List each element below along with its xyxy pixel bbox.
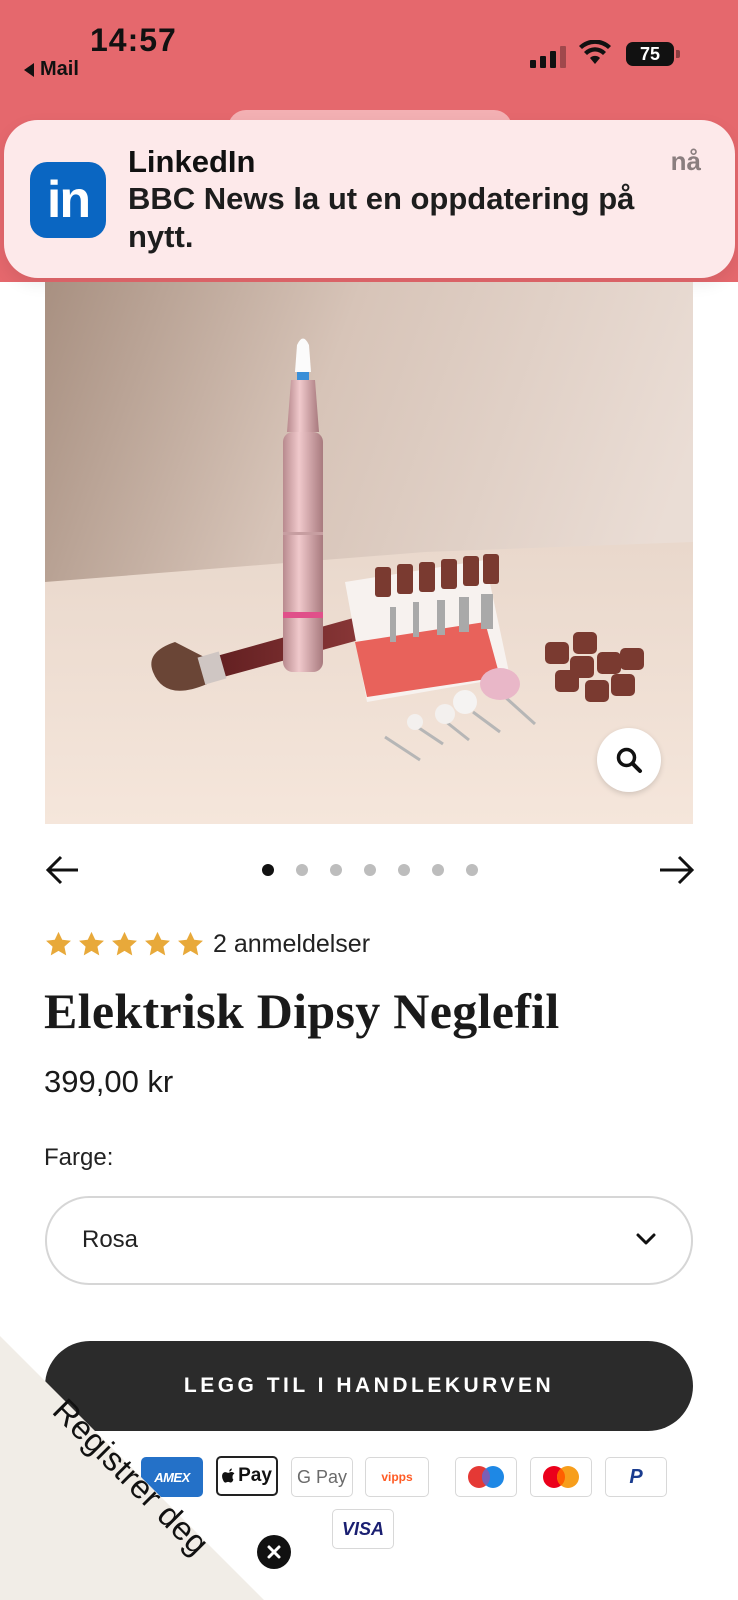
maestro-badge: [455, 1457, 517, 1497]
product-title: Elektrisk Dipsy Neglefil: [44, 983, 560, 1039]
star-rating: [44, 930, 205, 959]
wifi-icon: [579, 40, 611, 64]
carousel-dot[interactable]: [432, 864, 444, 876]
color-label: Farge:: [44, 1144, 114, 1171]
close-popup-button[interactable]: [257, 1535, 291, 1569]
apple-logo-icon: [222, 1468, 235, 1483]
star-icon: [46, 931, 71, 956]
star-icon: [178, 931, 203, 956]
review-count[interactable]: 2 anmeldelser: [213, 930, 370, 959]
notification-time: nå: [670, 146, 701, 176]
maestro-icon: [468, 1466, 504, 1488]
next-image-arrow-icon[interactable]: [656, 852, 696, 888]
notification-banner[interactable]: in LinkedIn BBC News la ut en oppdaterin…: [4, 120, 735, 278]
battery-icon: 75: [626, 42, 680, 66]
chevron-down-icon: [636, 1233, 656, 1245]
close-icon: [267, 1545, 281, 1559]
mastercard-badge: [530, 1457, 592, 1497]
previous-image-arrow-icon[interactable]: [44, 852, 84, 888]
apple-pay-badge: Pay: [216, 1456, 278, 1496]
carousel-dot[interactable]: [364, 864, 376, 876]
add-to-cart-button[interactable]: LEGG TIL I HANDLEKURVEN: [45, 1341, 693, 1431]
notification-message: BBC News la ut en oppdatering på nytt.: [128, 181, 635, 254]
color-select-value: Rosa: [82, 1226, 139, 1253]
product-photo-nail-drill: [45, 282, 693, 824]
paypal-badge: P: [605, 1457, 667, 1497]
star-icon: [79, 931, 104, 956]
back-app-label: Mail: [40, 58, 79, 80]
carousel-dot[interactable]: [262, 864, 274, 876]
battery-level: 75: [639, 43, 661, 64]
back-arrow-icon: [24, 62, 34, 77]
color-select[interactable]: Rosa: [45, 1196, 693, 1285]
vipps-badge: vipps: [365, 1457, 429, 1497]
carousel-dots: [262, 864, 478, 876]
search-icon: [616, 747, 642, 773]
star-icon: [112, 931, 137, 956]
apple-pay-label: Pay: [238, 1465, 272, 1486]
linkedin-logo-icon: in: [30, 162, 106, 238]
cellular-signal-icon: [530, 44, 566, 68]
carousel-dot[interactable]: [330, 864, 342, 876]
google-pay-badge: G Pay: [291, 1457, 353, 1497]
product-image[interactable]: [45, 282, 693, 824]
product-rating[interactable]: 2 anmeldelser: [44, 930, 370, 959]
back-to-mail-button[interactable]: Mail: [24, 58, 79, 81]
carousel-dot[interactable]: [398, 864, 410, 876]
mastercard-icon: [543, 1466, 579, 1488]
carousel-dot[interactable]: [296, 864, 308, 876]
visa-badge: VISA: [332, 1509, 394, 1549]
status-time: 14:57: [90, 22, 177, 58]
zoom-button[interactable]: [597, 728, 661, 792]
notification-app-name: LinkedIn: [128, 144, 256, 179]
product-price: 399,00 kr: [44, 1064, 174, 1099]
star-icon: [145, 931, 170, 956]
carousel-dot[interactable]: [466, 864, 478, 876]
